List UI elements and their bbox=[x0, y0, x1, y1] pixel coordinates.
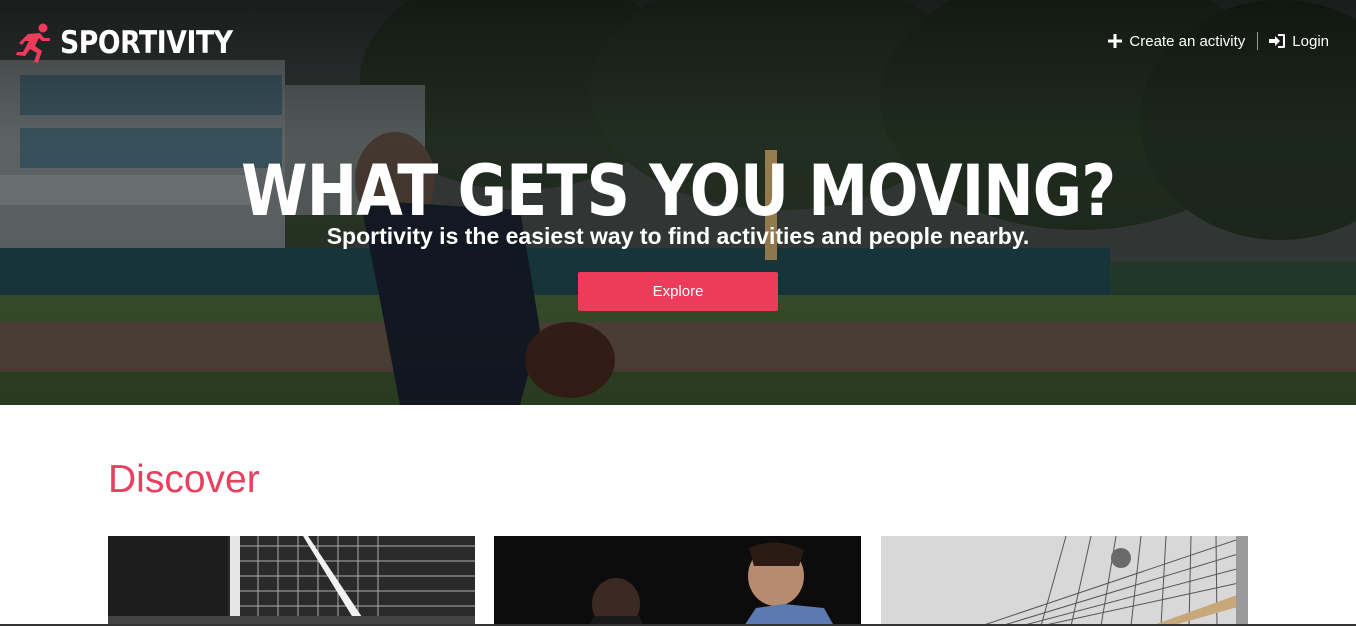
sign-in-icon bbox=[1269, 34, 1286, 48]
brand-name: SPORTIVITY bbox=[60, 25, 233, 61]
basketball-players-image bbox=[494, 536, 861, 626]
discover-card-volleyball[interactable] bbox=[881, 536, 1248, 626]
discover-card-basketball[interactable] bbox=[494, 536, 861, 626]
plus-icon bbox=[1108, 34, 1123, 48]
hero-headline-text: WHAT GETS YOU MOVING? bbox=[240, 149, 1116, 232]
nav-divider bbox=[1257, 32, 1259, 50]
hero-section: SPORTIVITY Create an activity Login WHAT… bbox=[0, 0, 1356, 405]
login-label: Login bbox=[1292, 32, 1329, 50]
create-activity-label: Create an activity bbox=[1129, 32, 1246, 50]
top-nav: Create an activity Login bbox=[1108, 32, 1329, 50]
discover-title: Discover bbox=[108, 458, 260, 501]
explore-button[interactable]: Explore bbox=[578, 272, 778, 311]
login-link[interactable]: Login bbox=[1269, 33, 1329, 50]
create-activity-link[interactable]: Create an activity bbox=[1108, 33, 1245, 50]
hero-tagline: Sportivity is the easiest way to find ac… bbox=[326, 223, 1030, 249]
soccer-goal-net-image bbox=[108, 536, 475, 626]
runner-icon bbox=[16, 23, 50, 63]
discover-card-soccer[interactable] bbox=[108, 536, 475, 626]
volleyball-net-image bbox=[881, 536, 1248, 626]
hero-headline: WHAT GETS YOU MOVING? bbox=[0, 151, 1356, 231]
brand-logo[interactable]: SPORTIVITY bbox=[14, 22, 261, 64]
